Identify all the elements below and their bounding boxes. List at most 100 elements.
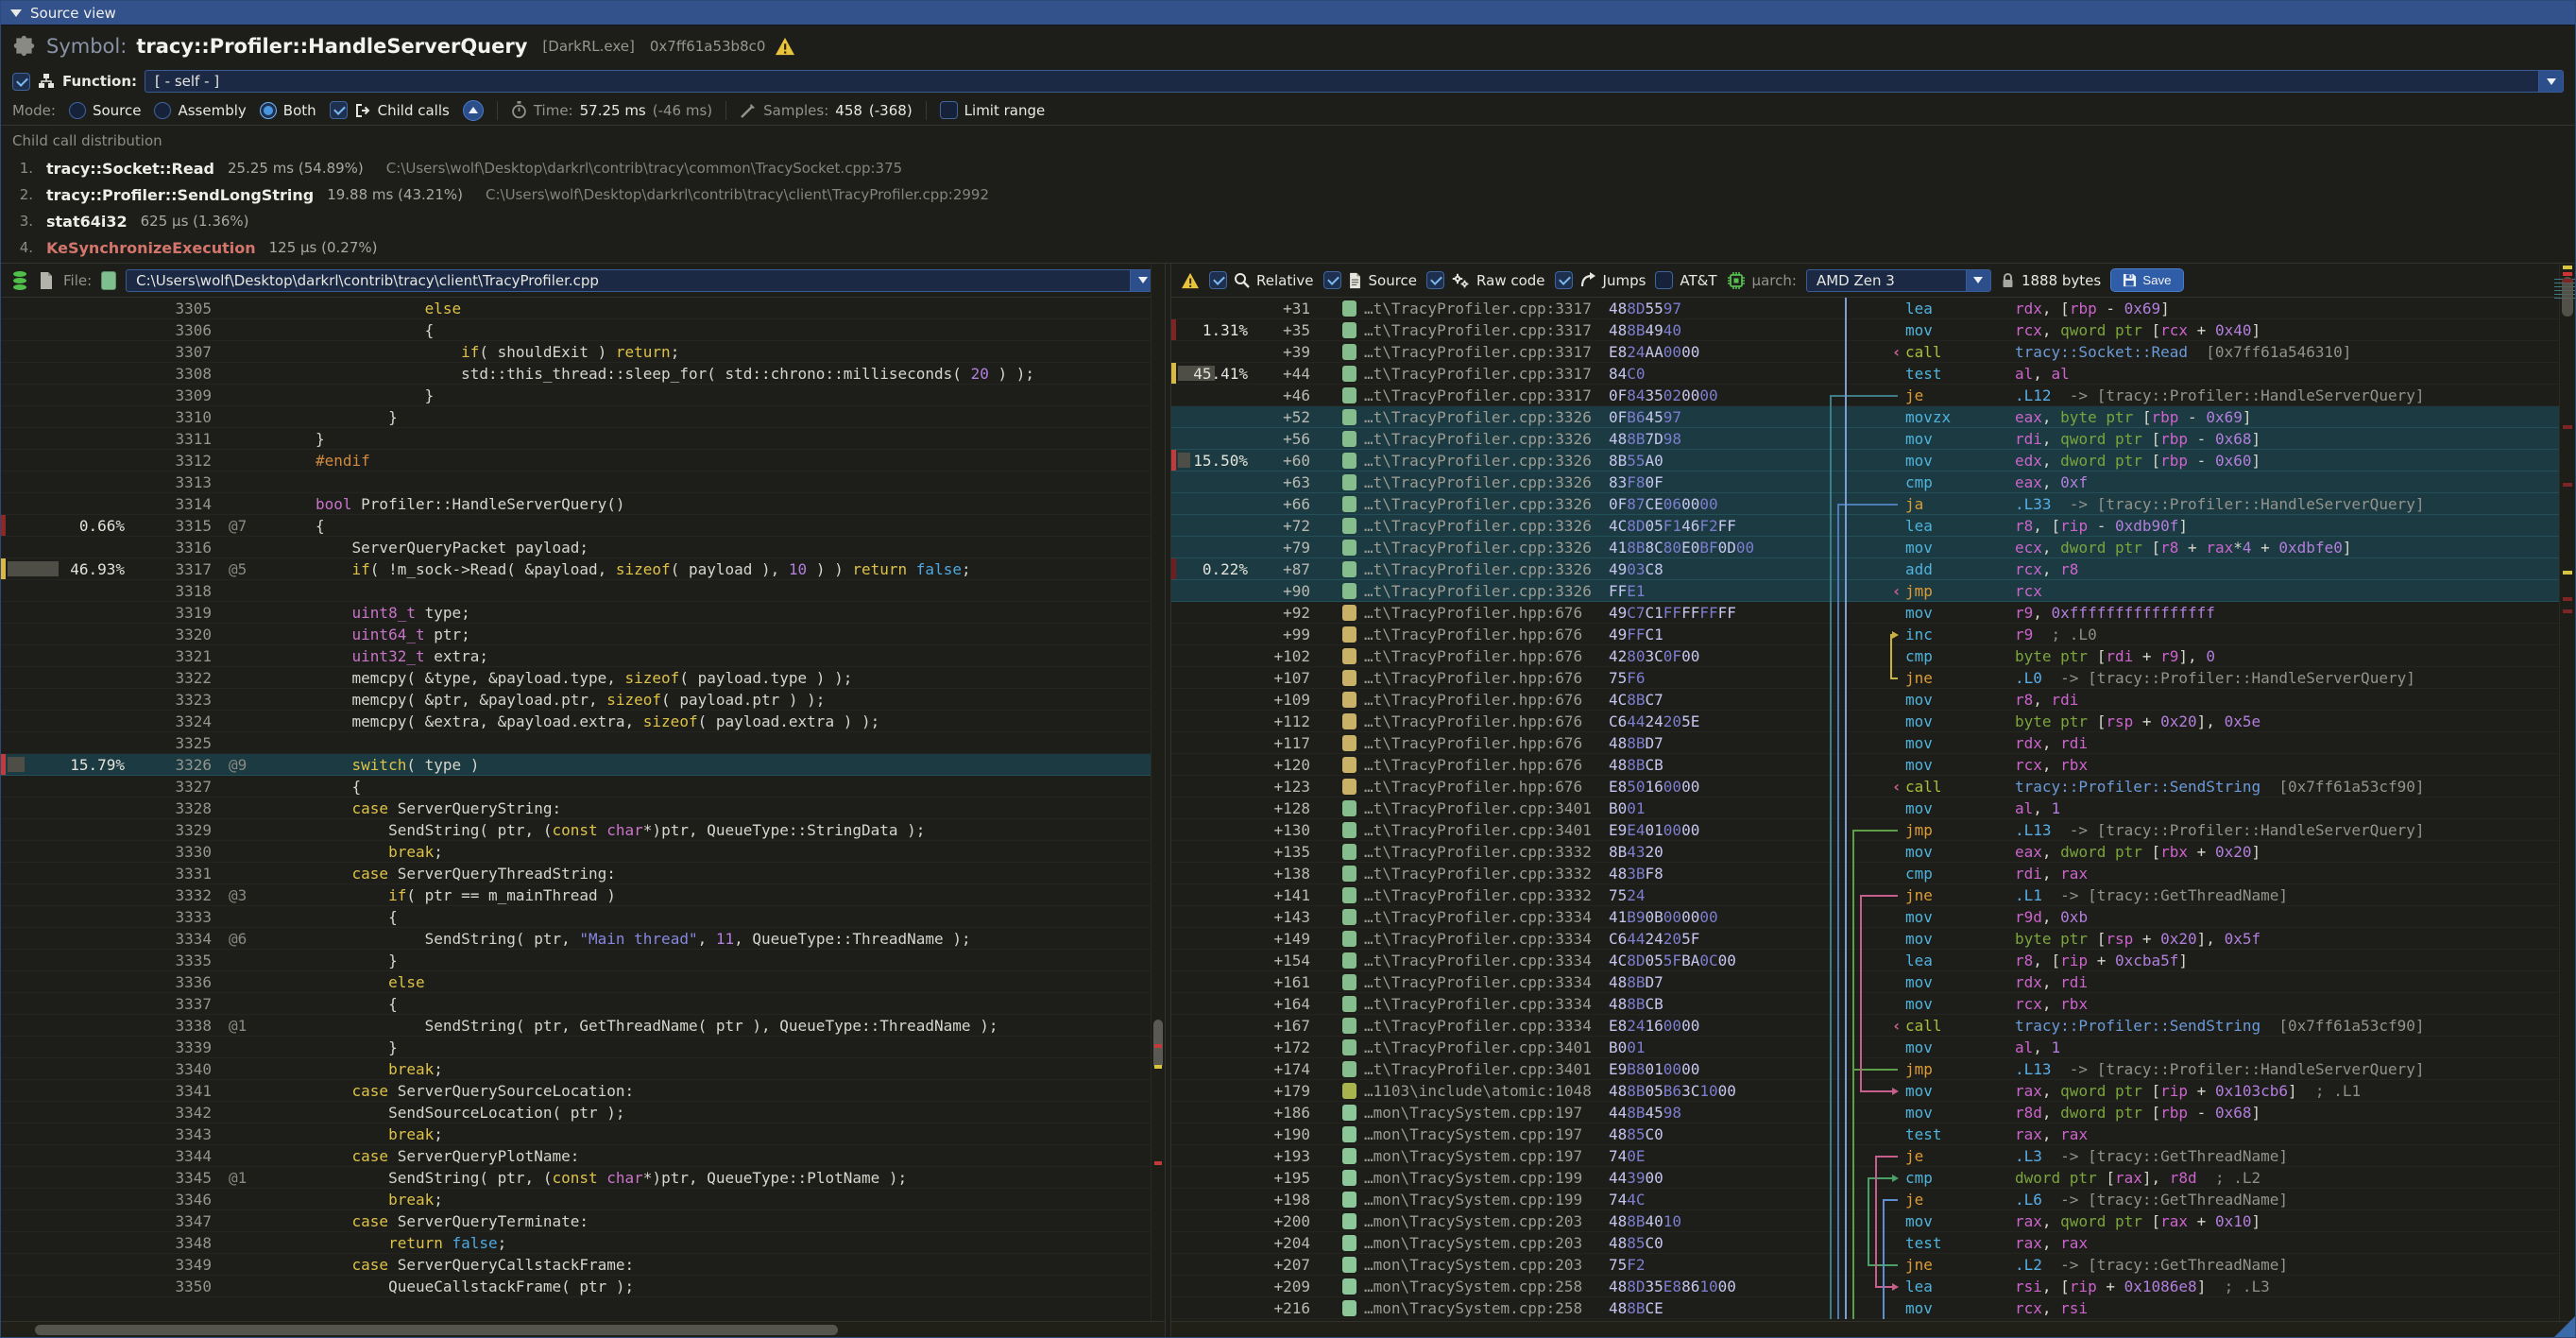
source-line-row[interactable]: 3313 [1, 472, 1165, 493]
source-line-row[interactable]: 3325 [1, 732, 1165, 754]
source-line-row[interactable]: 3333 { [1, 906, 1165, 928]
source-line-row[interactable]: 3332@3 if( ptr == m_mainThread ) [1, 884, 1165, 906]
asm-row[interactable]: +186…mon\TracySystem.cpp:197448B4598movr… [1171, 1102, 2575, 1124]
asm-row[interactable]: 45.41%+44…t\TracyProfiler.cpp:331784C0te… [1171, 363, 2575, 385]
file-select[interactable]: C:\Users\wolf\Desktop\darkrl\contrib\tra… [126, 269, 1155, 292]
asm-row[interactable]: 15.50%+60…t\TracyProfiler.cpp:33268B55A0… [1171, 450, 2575, 472]
asm-row[interactable]: +102…t\TracyProfiler.hpp:67642803C0F00cm… [1171, 645, 2575, 667]
source-line-row[interactable]: 3319 uint8_t type; [1, 602, 1165, 624]
source-line-row[interactable]: 3350 QueueCallstackFrame( ptr ); [1, 1276, 1165, 1297]
source-vertical-scrollbar[interactable] [1151, 264, 1165, 1321]
att-checkbox[interactable]: AT&T [1655, 271, 1716, 289]
source-line-row[interactable]: 3341 case ServerQuerySourceLocation: [1, 1080, 1165, 1102]
asm-row[interactable]: +195…mon\TracySystem.cpp:199443900cmpdwo… [1171, 1167, 2575, 1189]
source-line-row[interactable]: 3336 else [1, 971, 1165, 993]
source-line-row[interactable]: 3307 if( shouldExit ) return; [1, 341, 1165, 363]
source-line-row[interactable]: 15.79%3326@9 switch( type ) [1, 754, 1165, 776]
source-line-row[interactable]: 3324 memcpy( &extra, &payload.extra, siz… [1, 711, 1165, 732]
limit-range-checkbox[interactable]: Limit range [940, 101, 1046, 119]
source-line-row[interactable]: 3327 { [1, 776, 1165, 798]
asm-row[interactable]: +90…t\TracyProfiler.cpp:3326FFE1‹jmprcx [1171, 580, 2575, 602]
child-call-item[interactable]: 3.stat64i32625 µs (1.36%) [12, 208, 2564, 234]
source-line-row[interactable]: 3345@1 SendString( ptr, (const char*)ptr… [1, 1167, 1165, 1189]
source-line-row[interactable]: 3320 uint64_t ptr; [1, 624, 1165, 645]
asm-row[interactable]: +63…t\TracyProfiler.cpp:332683F80Fcmpeax… [1171, 472, 2575, 493]
child-call-item[interactable]: 1.tracy::Socket::Read25.25 ms (54.89%)C:… [12, 155, 2564, 181]
source-line-row[interactable]: 3343 break; [1, 1124, 1165, 1145]
source-line-row[interactable]: 46.93%3317@5 if( !m_sock->Read( &payload… [1, 558, 1165, 580]
asm-row[interactable]: +174…t\TracyProfiler.cpp:3401E9B8010000j… [1171, 1058, 2575, 1080]
function-checkbox[interactable] [12, 73, 30, 91]
asm-row[interactable]: +161…t\TracyProfiler.cpp:3334488BD7movrd… [1171, 971, 2575, 993]
source-line-row[interactable]: 3330 break; [1, 841, 1165, 863]
source-line-row[interactable]: 3348 return false; [1, 1232, 1165, 1254]
asm-row[interactable]: +39…t\TracyProfiler.cpp:3317E824AA0000‹c… [1171, 341, 2575, 363]
source-line-row[interactable]: 3306 { [1, 319, 1165, 341]
child-calls-checkbox[interactable]: Child calls [330, 101, 450, 119]
titlebar[interactable]: Source view [1, 1, 2575, 26]
source-line-row[interactable]: 3329 SendString( ptr, (const char*)ptr, … [1, 819, 1165, 841]
source-line-row[interactable]: 3339 } [1, 1037, 1165, 1058]
asm-row[interactable]: +130…t\TracyProfiler.cpp:3401E9E4010000j… [1171, 819, 2575, 841]
asm-row[interactable]: +128…t\TracyProfiler.cpp:3401B001moval, … [1171, 798, 2575, 819]
source-line-row[interactable]: 3314bool Profiler::HandleServerQuery() [1, 493, 1165, 515]
asm-row[interactable]: +107…t\TracyProfiler.hpp:67675F6jne.L0 -… [1171, 667, 2575, 689]
raw-code-checkbox[interactable]: Raw code [1426, 271, 1545, 289]
asm-row[interactable]: +154…t\TracyProfiler.cpp:33344C8D055FBA0… [1171, 950, 2575, 971]
source-line-row[interactable]: 3337 { [1, 993, 1165, 1015]
source-line-row[interactable]: 3311} [1, 428, 1165, 450]
child-call-item[interactable]: 4.KeSynchronizeExecution125 µs (0.27%) [12, 234, 2564, 261]
asm-row[interactable]: +209…mon\TracySystem.cpp:258488D35E88610… [1171, 1276, 2575, 1297]
assembly-vertical-scrollbar[interactable] [2559, 264, 2575, 1321]
asm-row[interactable]: +31…t\TracyProfiler.cpp:3317488D5597lear… [1171, 298, 2575, 319]
asm-row[interactable]: +190…mon\TracySystem.cpp:1974885C0testra… [1171, 1124, 2575, 1145]
asm-row[interactable]: 0.22%+87…t\TracyProfiler.cpp:33264903C8a… [1171, 558, 2575, 580]
asm-row[interactable]: +52…t\TracyProfiler.cpp:33260FB64597movz… [1171, 406, 2575, 428]
source-line-row[interactable]: 3322 memcpy( &type, &payload.type, sizeo… [1, 667, 1165, 689]
asm-row[interactable]: +143…t\TracyProfiler.cpp:333441B90B00000… [1171, 906, 2575, 928]
source-line-row[interactable]: 3323 memcpy( &ptr, &payload.ptr, sizeof(… [1, 689, 1165, 711]
asm-row[interactable]: 1.31%+35…t\TracyProfiler.cpp:3317488B494… [1171, 319, 2575, 341]
source-line-row[interactable]: 3312#endif [1, 450, 1165, 472]
child-call-item[interactable]: 2.tracy::Profiler::SendLongString19.88 m… [12, 181, 2564, 208]
relative-checkbox[interactable]: Relative [1209, 271, 1314, 289]
jumps-checkbox[interactable]: Jumps [1555, 271, 1646, 289]
function-select-dropdown-icon[interactable] [2538, 71, 2563, 92]
asm-row[interactable]: +117…t\TracyProfiler.hpp:676488BD7movrdx… [1171, 732, 2575, 754]
asm-row[interactable]: +164…t\TracyProfiler.cpp:3334488BCBmovrc… [1171, 993, 2575, 1015]
resize-grip[interactable] [2554, 1316, 2575, 1337]
asm-row[interactable]: +135…t\TracyProfiler.cpp:33328B4320movea… [1171, 841, 2575, 863]
pane-splitter[interactable] [1165, 264, 1171, 1337]
asm-row[interactable]: +172…t\TracyProfiler.cpp:3401B001moval, … [1171, 1037, 2575, 1058]
source-line-row[interactable]: 3347 case ServerQueryTerminate: [1, 1210, 1165, 1232]
asm-row[interactable]: +198…mon\TracySystem.cpp:199744Cje.L6 ->… [1171, 1189, 2575, 1210]
source-line-row[interactable]: 3344 case ServerQueryPlotName: [1, 1145, 1165, 1167]
asm-row[interactable]: +72…t\TracyProfiler.cpp:33264C8D05F146F2… [1171, 515, 2575, 537]
source-line-row[interactable]: 3308 std::this_thread::sleep_for( std::c… [1, 363, 1165, 385]
asm-row[interactable]: +92…t\TracyProfiler.hpp:67649C7C1FFFFFFF… [1171, 602, 2575, 624]
asm-row[interactable]: +207…mon\TracySystem.cpp:20375F2jne.L2 -… [1171, 1254, 2575, 1276]
source-line-row[interactable]: 3316 ServerQueryPacket payload; [1, 537, 1165, 558]
asm-row[interactable]: +120…t\TracyProfiler.hpp:676488BCBmovrcx… [1171, 754, 2575, 776]
source-horizontal-scrollbar[interactable] [1, 1321, 1165, 1337]
source-checkbox[interactable]: Source [1323, 271, 1418, 289]
source-line-row[interactable]: 3309 } [1, 385, 1165, 406]
source-line-row[interactable]: 3342 SendSourceLocation( ptr ); [1, 1102, 1165, 1124]
source-line-row[interactable]: 3334@6 SendString( ptr, "Main thread", 1… [1, 928, 1165, 950]
asm-row[interactable]: +141…t\TracyProfiler.cpp:33327524jne.L1 … [1171, 884, 2575, 906]
asm-row[interactable]: +123…t\TracyProfiler.hpp:676E850160000‹c… [1171, 776, 2575, 798]
asm-row[interactable]: +200…mon\TracySystem.cpp:203488B4010movr… [1171, 1210, 2575, 1232]
asm-row[interactable]: +112…t\TracyProfiler.hpp:676C64424205Emo… [1171, 711, 2575, 732]
radio-assembly[interactable]: Assembly [154, 102, 246, 119]
save-button[interactable]: Save [2110, 268, 2183, 292]
march-select[interactable]: AMD Zen 3 [1806, 269, 1991, 292]
radio-source[interactable]: Source [69, 102, 142, 119]
source-line-row[interactable]: 3338@1 SendString( ptr, GetThreadName( p… [1, 1015, 1165, 1037]
march-select-dropdown-icon[interactable] [1966, 270, 1990, 291]
asm-row[interactable]: +149…t\TracyProfiler.cpp:3334C64424205Fm… [1171, 928, 2575, 950]
source-line-row[interactable]: 3305 else [1, 298, 1165, 319]
source-line-row[interactable]: 3310 } [1, 406, 1165, 428]
source-line-row[interactable]: 3335 } [1, 950, 1165, 971]
asm-row[interactable]: +179…1103\include\atomic:1048488B05B63C1… [1171, 1080, 2575, 1102]
asm-row[interactable]: +193…mon\TracySystem.cpp:197740Eje.L3 ->… [1171, 1145, 2575, 1167]
